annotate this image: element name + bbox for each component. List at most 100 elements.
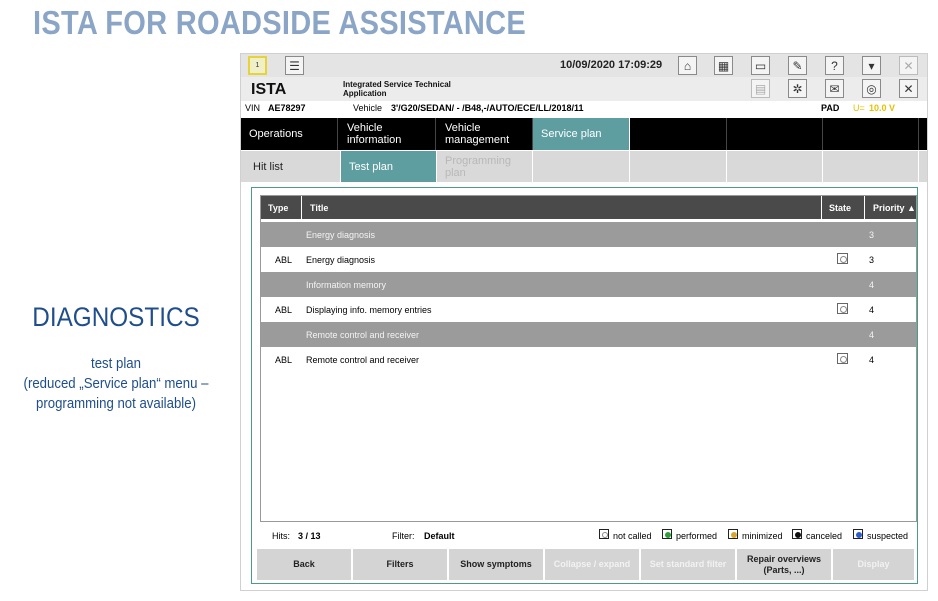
description-line-1: test plan bbox=[91, 355, 141, 372]
legend-canceled-icon bbox=[792, 529, 802, 539]
legend-canceled: canceled bbox=[806, 531, 843, 541]
show-symptoms-button[interactable]: Show symptoms bbox=[448, 548, 544, 581]
tab-test-plan[interactable]: Test plan bbox=[341, 151, 437, 182]
table-row[interactable]: ABL Energy diagnosis 3 bbox=[261, 247, 916, 272]
table-row[interactable]: ABL Displaying info. memory entries 4 bbox=[261, 297, 916, 322]
col-title[interactable]: Title bbox=[310, 203, 328, 213]
mail-icon[interactable]: ✉ bbox=[825, 79, 844, 98]
wrench-icon[interactable]: ✎ bbox=[788, 56, 807, 75]
close-session-icon[interactable]: ✕ bbox=[899, 79, 918, 98]
nav-empty-2 bbox=[727, 118, 823, 150]
row-priority: 3 bbox=[869, 255, 875, 265]
table-row[interactable]: Energy diagnosis 3 bbox=[261, 222, 916, 247]
tab-empty-2 bbox=[630, 151, 727, 182]
legend-not-called-icon bbox=[599, 529, 609, 539]
selected-index-button[interactable]: 1 bbox=[248, 56, 267, 75]
tab-programming-plan[interactable]: Programming plan bbox=[437, 151, 533, 182]
status-bar: Hits: 3 / 13 Filter: Default not called … bbox=[252, 527, 917, 545]
legend-minimized-icon bbox=[728, 529, 738, 539]
slide-title: ISTA FOR ROADSIDE ASSISTANCE bbox=[33, 4, 527, 41]
set-standard-filter-button[interactable]: Set standard filter bbox=[640, 548, 736, 581]
row-title: Remote control and receiver bbox=[306, 330, 420, 340]
collapse-expand-button[interactable]: Collapse / expand bbox=[544, 548, 640, 581]
voltage-label: U= bbox=[853, 103, 865, 113]
tab-empty-1 bbox=[533, 151, 630, 182]
state-not-called-icon bbox=[837, 303, 848, 314]
legend-minimized: minimized bbox=[742, 531, 783, 541]
repair-line-2: (Parts, ...) bbox=[763, 564, 805, 575]
datetime: 10/09/2020 17:09:29 bbox=[560, 59, 663, 71]
legend-performed: performed bbox=[676, 531, 718, 541]
hits-value: 3 / 13 bbox=[298, 531, 321, 541]
description-line-2: (reduced „Service plan“ menu – bbox=[23, 375, 209, 392]
list-icon[interactable]: ☰ bbox=[285, 56, 304, 75]
row-priority: 4 bbox=[869, 305, 875, 315]
sub-nav: Hit list Test plan Programming plan bbox=[241, 151, 927, 182]
voltage-value: 10.0 V bbox=[869, 103, 896, 113]
col-state[interactable]: State bbox=[829, 203, 851, 213]
filters-button[interactable]: Filters bbox=[352, 548, 448, 581]
app-logo: ISTA bbox=[251, 81, 287, 98]
table-row[interactable]: ABL Remote control and receiver 4 bbox=[261, 347, 916, 372]
row-title: Energy diagnosis bbox=[306, 255, 376, 265]
tab-hit-list[interactable]: Hit list bbox=[245, 151, 341, 182]
air-icon[interactable]: ◎ bbox=[862, 79, 881, 98]
vin-label: VIN bbox=[245, 103, 261, 113]
table-row[interactable]: Information memory 4 bbox=[261, 272, 916, 297]
nav-vehicle-information[interactable]: Vehicle information bbox=[339, 118, 436, 150]
col-type[interactable]: Type bbox=[268, 203, 288, 213]
back-button[interactable]: Back bbox=[256, 548, 352, 581]
row-priority: 3 bbox=[869, 230, 875, 240]
vehicle-info-bar: VIN AE78297 Vehicle 3'/G20/SEDAN/ - /B48… bbox=[241, 101, 927, 116]
row-title: Information memory bbox=[306, 280, 387, 290]
state-not-called-icon bbox=[837, 353, 848, 364]
filter-value: Default bbox=[424, 531, 455, 541]
table-row[interactable]: Remote control and receiver 4 bbox=[261, 322, 916, 347]
minimize-icon[interactable]: ▾ bbox=[862, 56, 881, 75]
repair-line-1: Repair overviews bbox=[746, 553, 822, 564]
row-type: ABL bbox=[275, 305, 293, 315]
display-button[interactable]: Display bbox=[832, 548, 915, 581]
vehicle-value: 3'/G20/SEDAN/ - /B48,-/AUTO/ECE/LL/2018/… bbox=[391, 103, 584, 113]
row-type: ABL bbox=[275, 255, 293, 265]
legend-not-called: not called bbox=[613, 531, 652, 541]
table-header: Type Title State Priority ▲ bbox=[261, 196, 916, 219]
legend-suspected-icon bbox=[853, 529, 863, 539]
nav-operations[interactable]: Operations bbox=[241, 118, 338, 150]
nav-vehicle-management[interactable]: Vehicle management bbox=[437, 118, 533, 150]
document-icon[interactable]: ▤ bbox=[751, 79, 770, 98]
workshop-icon[interactable]: ▦ bbox=[714, 56, 733, 75]
header-bar: ISTA Integrated Service Technical Applic… bbox=[241, 77, 927, 101]
row-title: Energy diagnosis bbox=[306, 230, 376, 240]
col-priority[interactable]: Priority ▲ bbox=[873, 203, 916, 213]
row-priority: 4 bbox=[869, 280, 875, 290]
section-title: DIAGNOSTICS bbox=[32, 302, 200, 332]
row-priority: 4 bbox=[869, 330, 875, 340]
row-title: Remote control and receiver bbox=[306, 355, 420, 365]
tab-empty-3 bbox=[727, 151, 823, 182]
tab-empty-4 bbox=[823, 151, 919, 182]
main-nav: Operations Vehicle information Vehicle m… bbox=[241, 118, 927, 150]
row-type: ABL bbox=[275, 355, 293, 365]
ista-window: 1 ☰ 10/09/2020 17:09:29 ⌂ ▦ ▭ ✎ ? ▾ ✕ IS… bbox=[240, 53, 928, 591]
nav-empty-1 bbox=[630, 118, 727, 150]
vin-value: AE78297 bbox=[268, 103, 306, 113]
filter-label: Filter: bbox=[392, 531, 415, 541]
action-bar: Back Filters Show symptoms Collapse / ex… bbox=[256, 548, 916, 581]
help-icon[interactable]: ? bbox=[825, 56, 844, 75]
gear-icon[interactable]: ✲ bbox=[788, 79, 807, 98]
app-subtitle: Integrated Service Technical Application bbox=[343, 80, 451, 98]
close-icon[interactable]: ✕ bbox=[899, 56, 918, 75]
test-plan-panel: Type Title State Priority ▲ Energy diagn… bbox=[251, 187, 918, 584]
home-icon[interactable]: ⌂ bbox=[678, 56, 697, 75]
state-not-called-icon bbox=[837, 253, 848, 264]
repair-overviews-button[interactable]: Repair overviews (Parts, ...) bbox=[736, 548, 832, 581]
nav-empty-3 bbox=[823, 118, 919, 150]
row-priority: 4 bbox=[869, 355, 875, 365]
top-toolbar: 1 ☰ 10/09/2020 17:09:29 ⌂ ▦ ▭ ✎ ? ▾ ✕ bbox=[241, 54, 927, 77]
legend-suspected: suspected bbox=[867, 531, 909, 541]
print-icon[interactable]: ▭ bbox=[751, 56, 770, 75]
test-plan-table: Type Title State Priority ▲ Energy diagn… bbox=[260, 195, 917, 522]
description-line-3: programming not available) bbox=[36, 395, 196, 412]
nav-service-plan[interactable]: Service plan bbox=[533, 118, 630, 150]
